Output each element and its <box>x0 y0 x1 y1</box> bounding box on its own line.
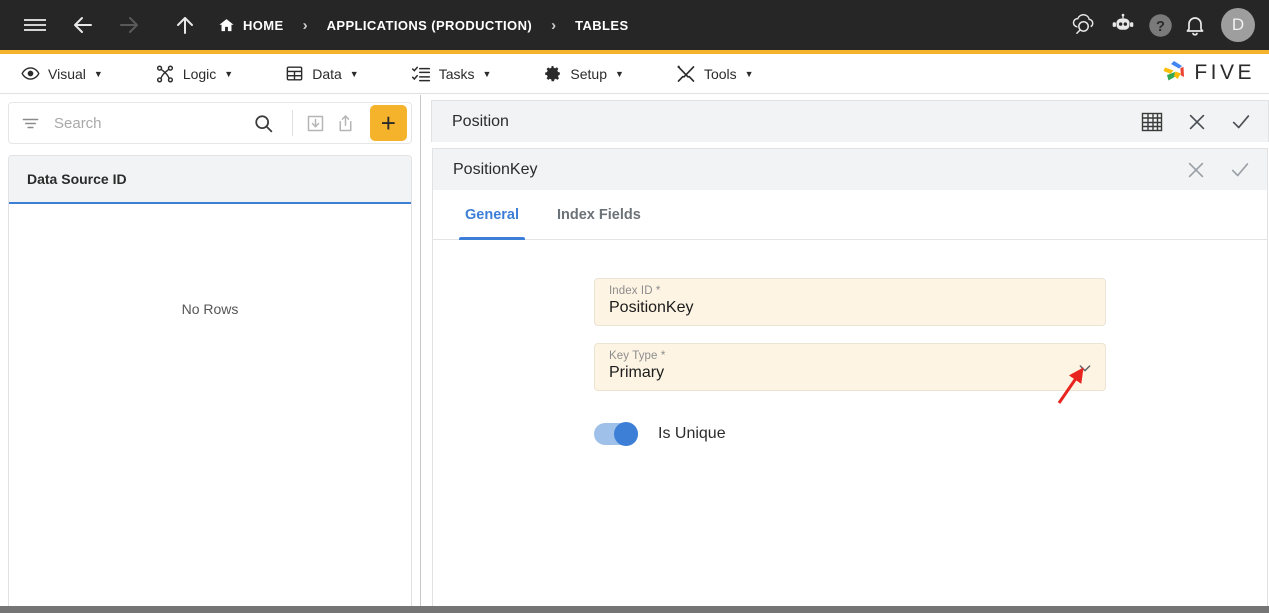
menu-item-setup[interactable]: Setup ▼ <box>530 54 637 94</box>
application-menu-bar: Visual ▼ Logic ▼ Data ▼ Tasks ▼ <box>0 54 1269 94</box>
menu-item-label: Data <box>312 66 342 82</box>
positionkey-card-header: PositionKey <box>432 148 1268 190</box>
hamburger-menu-icon[interactable] <box>16 6 54 44</box>
brand-name: FIVE <box>1194 61 1255 85</box>
chevron-down-icon: ▼ <box>483 69 492 79</box>
import-download-icon[interactable] <box>301 113 330 134</box>
close-icon[interactable] <box>1186 111 1208 133</box>
notifications-bell-icon[interactable] <box>1183 13 1207 37</box>
top-bar-actions: ? D <box>1060 0 1255 50</box>
task-list-icon <box>411 64 431 84</box>
positionkey-card-actions <box>1163 159 1251 181</box>
is-unique-row: Is Unique <box>594 423 1106 445</box>
tab-general[interactable]: General <box>459 190 525 240</box>
grid-empty-message: No Rows <box>9 301 411 317</box>
tab-label: Index Fields <box>557 207 641 223</box>
is-unique-label: Is Unique <box>658 425 726 443</box>
breadcrumb: HOME › APPLICATIONS (PRODUCTION) › TABLE… <box>218 17 629 34</box>
up-arrow-icon[interactable] <box>166 6 204 44</box>
menu-item-visual[interactable]: Visual ▼ <box>8 54 116 94</box>
gear-icon <box>543 64 562 83</box>
chevron-down-icon: ▼ <box>615 69 624 79</box>
menu-item-logic[interactable]: Logic ▼ <box>142 54 246 94</box>
index-id-field[interactable]: Index ID * PositionKey <box>594 278 1106 326</box>
breadcrumb-label: HOME <box>243 18 284 33</box>
chevron-down-icon: ▼ <box>94 69 103 79</box>
confirm-check-icon[interactable] <box>1230 111 1252 133</box>
forward-arrow-icon[interactable] <box>110 6 148 44</box>
position-card-actions <box>1118 110 1252 134</box>
cloud-search-icon[interactable] <box>1069 11 1099 39</box>
menu-item-tasks[interactable]: Tasks ▼ <box>398 54 505 94</box>
toolbar-divider <box>292 110 293 136</box>
table-grid-icon[interactable] <box>1140 110 1164 134</box>
search-input[interactable] <box>54 115 253 132</box>
user-avatar[interactable]: D <box>1221 8 1255 42</box>
key-type-label: Key Type * <box>609 350 1091 362</box>
index-id-value: PositionKey <box>609 299 1091 317</box>
search-toolbar: + <box>8 102 412 144</box>
menu-item-label: Setup <box>570 66 607 82</box>
index-id-label: Index ID * <box>609 285 1091 297</box>
brand-logo: FIVE <box>1158 58 1255 88</box>
horizontal-scrollbar[interactable] <box>0 606 1269 613</box>
close-icon[interactable] <box>1185 159 1207 181</box>
search-icon[interactable] <box>253 113 274 134</box>
chat-bot-icon[interactable] <box>1108 13 1138 37</box>
app-root: HOME › APPLICATIONS (PRODUCTION) › TABLE… <box>0 0 1269 613</box>
breadcrumb-item-applications[interactable]: APPLICATIONS (PRODUCTION) <box>327 18 532 33</box>
menu-item-tools[interactable]: Tools ▼ <box>663 54 767 94</box>
menu-item-label: Tasks <box>439 66 475 82</box>
right-detail-panel: Position PositionKey <box>431 95 1269 613</box>
add-record-button[interactable]: + <box>370 105 407 141</box>
positionkey-card-title: PositionKey <box>453 161 538 179</box>
is-unique-toggle[interactable] <box>594 423 638 445</box>
tools-wrench-icon <box>676 64 696 84</box>
filter-icon[interactable] <box>21 114 40 133</box>
key-type-value: Primary <box>609 364 1091 382</box>
help-icon[interactable]: ? <box>1147 12 1174 39</box>
detail-tabs: General Index Fields <box>433 190 1267 240</box>
top-navigation-bar: HOME › APPLICATIONS (PRODUCTION) › TABLE… <box>0 0 1269 50</box>
eye-icon <box>21 64 40 83</box>
breadcrumb-item-tables[interactable]: TABLES <box>575 18 628 33</box>
breadcrumb-label: APPLICATIONS (PRODUCTION) <box>327 18 532 33</box>
chevron-down-icon[interactable] <box>1077 360 1093 376</box>
chevron-down-icon: ▼ <box>745 69 754 79</box>
back-arrow-icon[interactable] <box>64 6 102 44</box>
general-form: Index ID * PositionKey Key Type * Primar… <box>433 240 1267 445</box>
chevron-down-icon: ▼ <box>224 69 233 79</box>
grid-column-header-data-source-id[interactable]: Data Source ID <box>27 171 127 187</box>
confirm-check-icon[interactable] <box>1229 159 1251 181</box>
tab-index-fields[interactable]: Index Fields <box>551 190 647 240</box>
table-grid-icon <box>285 64 304 83</box>
export-share-icon[interactable] <box>330 113 359 134</box>
breadcrumb-separator: › <box>551 17 556 34</box>
five-pinwheel-icon <box>1158 58 1190 88</box>
data-source-grid: Data Source ID No Rows <box>8 155 412 613</box>
grid-header-row: Data Source ID <box>9 156 411 204</box>
menu-item-data[interactable]: Data ▼ <box>272 54 372 94</box>
tab-label: General <box>465 207 519 223</box>
positionkey-card-body: General Index Fields Index ID * Position… <box>432 190 1268 613</box>
position-card-header: Position <box>431 100 1269 142</box>
position-card-title: Position <box>452 113 509 131</box>
menu-item-label: Logic <box>183 66 216 82</box>
menu-item-label: Tools <box>704 66 737 82</box>
logic-nodes-icon <box>155 64 175 84</box>
breadcrumb-label: TABLES <box>575 18 628 33</box>
breadcrumb-separator: › <box>303 17 308 34</box>
chevron-down-icon: ▼ <box>350 69 359 79</box>
grid-body: No Rows <box>9 204 411 613</box>
key-type-select[interactable]: Key Type * Primary <box>594 343 1106 391</box>
breadcrumb-item-home[interactable]: HOME <box>218 17 284 34</box>
svg-text:?: ? <box>1156 19 1165 35</box>
menu-item-label: Visual <box>48 66 86 82</box>
toggle-knob <box>614 422 638 446</box>
left-list-panel: + Data Source ID No Rows <box>0 95 421 613</box>
